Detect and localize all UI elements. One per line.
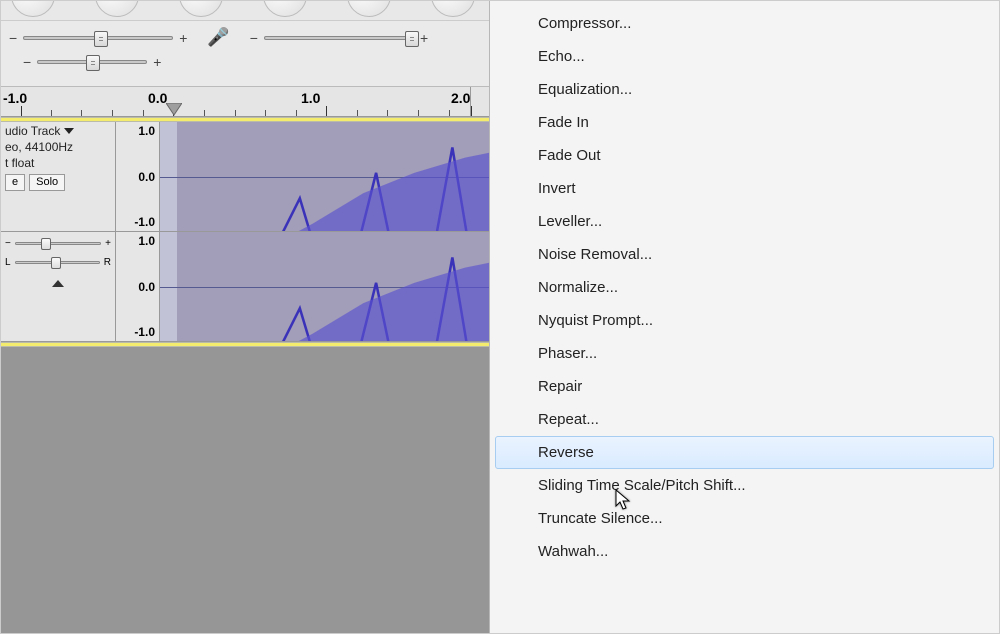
plus-icon: + — [179, 30, 187, 46]
menu-item-sliding-time-scale-pitch-shift[interactable]: Sliding Time Scale/Pitch Shift... — [495, 469, 994, 502]
track-title-label: udio Track — [5, 124, 60, 138]
knob[interactable] — [347, 1, 391, 17]
scale-label: -1.0 — [134, 325, 155, 339]
minus-icon: − — [9, 30, 17, 46]
menu-item-repeat[interactable]: Repeat... — [495, 403, 994, 436]
minus-icon: − — [5, 238, 11, 249]
minus-icon: − — [23, 54, 31, 70]
menu-item-normalize[interactable]: Normalize... — [495, 271, 994, 304]
menu-item-fade-out[interactable]: Fade Out — [495, 139, 994, 172]
menu-item-echo[interactable]: Echo... — [495, 40, 994, 73]
secondary-slider[interactable]: − + — [23, 54, 161, 70]
recording-volume-slider[interactable]: − + — [250, 30, 428, 46]
track-control-panel: udio Track eo, 44100Hz t float e Solo — [1, 122, 116, 231]
mute-button[interactable]: e — [5, 174, 25, 191]
ruler-label: 1.0 — [301, 90, 320, 106]
solo-button[interactable]: Solo — [29, 174, 65, 191]
microphone-icon: 🎤 — [207, 27, 229, 48]
plus-icon: + — [420, 30, 428, 46]
menu-item-wahwah[interactable]: Wahwah... — [495, 535, 994, 568]
menu-item-repair[interactable]: Repair — [495, 370, 994, 403]
knob[interactable] — [263, 1, 307, 17]
effects-context-menu: Compressor...Echo...Equalization...Fade … — [489, 1, 999, 634]
menu-item-phaser[interactable]: Phaser... — [495, 337, 994, 370]
app-window: − + 🎤 − + − + -1.0 0.0 1.0 2.0 — [0, 0, 1000, 634]
knob[interactable] — [431, 1, 475, 17]
menu-item-noise-removal[interactable]: Noise Removal... — [495, 238, 994, 271]
chevron-down-icon — [64, 128, 74, 134]
knob[interactable] — [11, 1, 55, 17]
scale-label: 0.0 — [138, 170, 155, 184]
scale-label: -1.0 — [134, 215, 155, 229]
amplitude-scale: 1.0 0.0 -1.0 — [116, 232, 160, 341]
track-info-line: eo, 44100Hz — [5, 140, 111, 154]
minus-icon: − — [250, 30, 258, 46]
track-control-panel-lower: − + L R — [1, 232, 116, 341]
menu-item-truncate-silence[interactable]: Truncate Silence... — [495, 502, 994, 535]
menu-item-compressor[interactable]: Compressor... — [495, 7, 994, 40]
pan-slider[interactable]: L R — [5, 257, 111, 268]
menu-item-equalization[interactable]: Equalization... — [495, 73, 994, 106]
plus-icon: + — [153, 54, 161, 70]
scale-label: 0.0 — [138, 280, 155, 294]
scale-label: 1.0 — [138, 234, 155, 248]
amplitude-scale: 1.0 0.0 -1.0 — [116, 122, 160, 231]
plus-icon: + — [105, 238, 111, 249]
menu-item-reverse[interactable]: Reverse — [495, 436, 994, 469]
pan-right-label: R — [104, 257, 111, 268]
knob[interactable] — [179, 1, 223, 17]
menu-item-invert[interactable]: Invert — [495, 172, 994, 205]
collapse-track-button[interactable] — [52, 280, 64, 287]
menu-item-fade-in[interactable]: Fade In — [495, 106, 994, 139]
track-info-line: t float — [5, 156, 111, 170]
menu-item-leveller[interactable]: Leveller... — [495, 205, 994, 238]
ruler-label: -1.0 — [3, 90, 27, 106]
scale-label: 1.0 — [138, 124, 155, 138]
gain-slider[interactable]: − + — [5, 238, 111, 249]
track-menu-button[interactable]: udio Track — [5, 124, 111, 138]
playhead-icon[interactable] — [166, 103, 182, 117]
ruler-label: 2.0 — [451, 90, 470, 106]
pan-left-label: L — [5, 257, 11, 268]
knob[interactable] — [95, 1, 139, 17]
ruler-label: 0.0 — [148, 90, 167, 106]
menu-item-nyquist-prompt[interactable]: Nyquist Prompt... — [495, 304, 994, 337]
playback-volume-slider[interactable]: − + — [9, 30, 187, 46]
